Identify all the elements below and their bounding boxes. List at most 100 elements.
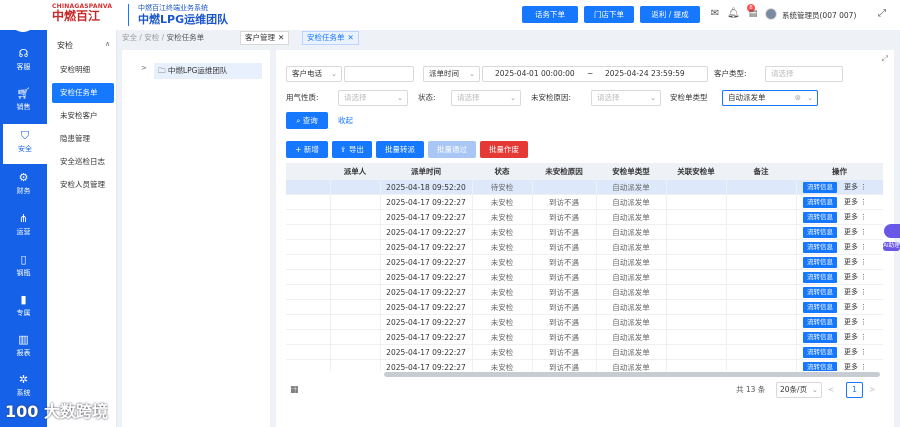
close-icon[interactable]: ✕: [348, 33, 354, 42]
status-select[interactable]: 请选择 ⌄: [451, 90, 521, 106]
avatar[interactable]: [765, 8, 777, 20]
nav-item[interactable]: ⛉ 安全: [0, 124, 47, 164]
table-row[interactable]: 2025-04-17 09:22:27 未安检 到访不遇 自动派发单 流转信息 更多 ⋮: [286, 300, 883, 315]
assistant-toggle[interactable]: [884, 224, 900, 238]
collapse-link[interactable]: 收起: [338, 112, 353, 129]
date-range-picker[interactable]: 2025-04-01 00:00:00 ~ 2025-04-24 23:59:5…: [482, 66, 708, 82]
flow-info-button[interactable]: 流转信息: [803, 347, 837, 358]
more-menu[interactable]: 更多 ⋮: [844, 255, 867, 270]
page-size-select[interactable]: 20条/页 ⌄: [776, 382, 822, 398]
more-menu[interactable]: 更多 ⋮: [844, 225, 867, 240]
table-row[interactable]: 2025-04-17 09:22:27 未安检 到访不遇 自动派发单 流转信息 更多 ⋮: [286, 255, 883, 270]
more-menu[interactable]: 更多 ⋮: [844, 240, 867, 255]
gas-nature-select[interactable]: 请选择 ⌄: [338, 90, 408, 106]
page-number-button[interactable]: 1: [846, 382, 863, 398]
more-menu[interactable]: 更多 ⋮: [844, 195, 867, 210]
submenu-title[interactable]: 安检: [57, 40, 73, 51]
submenu-item[interactable]: 安检明细: [52, 60, 114, 80]
call-order-button[interactable]: 话务下单: [522, 6, 578, 23]
more-menu[interactable]: 更多 ⋮: [844, 345, 867, 360]
table-row[interactable]: 2025-04-17 09:22:27 未安检 到访不遇 自动派发单 流转信息 更多 ⋮: [286, 345, 883, 360]
customer-type-select[interactable]: 请选择: [765, 66, 843, 82]
table-row[interactable]: 2025-04-18 09:52:20 待安检 自动派发单 流转信息 更多 ⋮: [286, 180, 883, 195]
more-menu[interactable]: 更多 ⋮: [844, 285, 867, 300]
table-row[interactable]: 2025-04-17 09:22:27 未安检 到访不遇 自动派发单 流转信息 更多 ⋮: [286, 195, 883, 210]
more-menu[interactable]: 更多 ⋮: [844, 180, 867, 195]
rebate-button[interactable]: 返利 / 提成: [640, 6, 700, 23]
submenu-item[interactable]: 未安检客户: [52, 106, 114, 126]
table-row[interactable]: 2025-04-17 09:22:27 未安检 到访不遇 自动派发单 流转信息 更多 ⋮: [286, 315, 883, 330]
more-menu[interactable]: 更多 ⋮: [844, 360, 867, 371]
batch-transfer-button[interactable]: 批量转派: [376, 141, 424, 158]
tree-node[interactable]: 🗀︎ 中燃LPG运维团队: [154, 63, 262, 79]
ai-assistant-label[interactable]: AI助理: [883, 242, 900, 251]
flow-info-button[interactable]: 流转信息: [803, 287, 837, 298]
batch-void-button[interactable]: 批量作废: [480, 141, 528, 158]
nav-item[interactable]: ▮ 专属: [0, 288, 47, 328]
table-row[interactable]: 2025-04-17 09:22:27 未安检 到访不遇 自动派发单 流转信息 更多 ⋮: [286, 225, 883, 240]
clear-icon[interactable]: ⊗: [795, 91, 801, 105]
flow-info-button[interactable]: 流转信息: [803, 332, 837, 343]
more-menu[interactable]: 更多 ⋮: [844, 315, 867, 330]
table-row[interactable]: 2025-04-17 09:22:27 未安检 到访不遇 自动派发单 流转信息 更多 ⋮: [286, 360, 883, 371]
tab-customer-management[interactable]: 客户管理 ✕: [240, 31, 290, 45]
flow-info-button[interactable]: 流转信息: [803, 197, 837, 208]
next-page-button[interactable]: >: [869, 382, 875, 398]
nav-item[interactable]: ⚙ 财务: [0, 166, 47, 206]
nav-item[interactable]: 🛒︎ 销售: [0, 82, 47, 122]
prev-page-button[interactable]: <: [828, 382, 834, 398]
expand-icon[interactable]: ⤢: [882, 54, 888, 64]
flow-info-button[interactable]: 流转信息: [803, 182, 837, 193]
flow-info-button[interactable]: 流转信息: [803, 242, 837, 253]
more-menu[interactable]: 更多 ⋮: [844, 300, 867, 315]
flow-info-button[interactable]: 流转信息: [803, 257, 837, 268]
grid-icon[interactable]: ▦: [290, 382, 299, 398]
fullscreen-icon[interactable]: ⤢: [876, 8, 888, 20]
more-menu[interactable]: 更多 ⋮: [844, 330, 867, 345]
more-menu[interactable]: 更多 ⋮: [844, 270, 867, 285]
chevron-up-icon[interactable]: ∧: [105, 40, 110, 48]
user-name[interactable]: 系统管理员(007 007): [782, 10, 856, 21]
nav-item[interactable]: ▯ 钢瓶: [0, 248, 47, 288]
nav-item[interactable]: ⋔ 运营: [0, 207, 47, 247]
horizontal-scrollbar[interactable]: [384, 372, 880, 377]
flow-info-button[interactable]: 流转信息: [803, 302, 837, 313]
page-size-value: 20条/页: [780, 385, 808, 394]
chevron-right-icon[interactable]: >: [141, 64, 147, 72]
store-order-button[interactable]: 门店下单: [584, 6, 634, 23]
table-cell: 到访不遇: [549, 213, 579, 222]
close-icon[interactable]: ✕: [278, 33, 284, 42]
tab-task-list[interactable]: 安检任务单 ✕: [302, 31, 359, 45]
table-row[interactable]: 2025-04-17 09:22:27 未安检 到访不遇 自动派发单 流转信息 更多 ⋮: [286, 240, 883, 255]
nav-item[interactable]: ▥ 报表: [0, 328, 47, 368]
table-row[interactable]: 2025-04-17 09:22:27 未安检 到访不遇 自动派发单 流转信息 更多 ⋮: [286, 210, 883, 225]
add-button[interactable]: + 新增: [286, 141, 328, 158]
flow-info-button[interactable]: 流转信息: [803, 362, 837, 371]
bar-icon: ▮: [20, 293, 27, 306]
phone-input[interactable]: [344, 66, 414, 82]
export-button[interactable]: ⇪ 导出: [332, 141, 372, 158]
nav-item[interactable]: ☊ 客服: [0, 42, 47, 82]
submenu-item[interactable]: 安全巡检日志: [52, 152, 114, 172]
submenu-item[interactable]: 隐患管理: [52, 129, 114, 149]
table-row[interactable]: 2025-04-17 09:22:27 未安检 到访不遇 自动派发单 流转信息 更多 ⋮: [286, 285, 883, 300]
table-row[interactable]: 2025-04-17 09:22:27 未安检 到访不遇 自动派发单 流转信息 更多 ⋮: [286, 270, 883, 285]
mail-icon[interactable]: ✉: [709, 8, 721, 20]
more-menu[interactable]: 更多 ⋮: [844, 210, 867, 225]
bell-icon[interactable]: 🔔︎: [727, 8, 740, 20]
table-row[interactable]: 2025-04-17 09:22:27 未安检 到访不遇 自动派发单 流转信息 更多 ⋮: [286, 330, 883, 345]
submenu-item[interactable]: 安检任务单: [52, 83, 114, 103]
dispatch-time-select[interactable]: 派单时间 ⌄: [423, 66, 480, 82]
task-type-select[interactable]: 自动派发单 ⊗ ⌄: [722, 90, 818, 106]
query-button[interactable]: ⌕ 查询: [286, 112, 328, 129]
flow-info-button[interactable]: 流转信息: [803, 227, 837, 238]
flow-info-button[interactable]: 流转信息: [803, 212, 837, 223]
flow-info-button[interactable]: 流转信息: [803, 317, 837, 328]
reason-select[interactable]: 请选择 ⌄: [591, 90, 661, 106]
breadcrumb-item[interactable]: 安全: [122, 33, 137, 42]
breadcrumb-item[interactable]: 安检: [144, 33, 159, 42]
phone-type-select[interactable]: 客户电话 ⌄: [286, 66, 342, 82]
submenu-item[interactable]: 安检人员管理: [52, 175, 114, 195]
doc-icon[interactable]: ▤: [747, 8, 759, 20]
flow-info-button[interactable]: 流转信息: [803, 272, 837, 283]
